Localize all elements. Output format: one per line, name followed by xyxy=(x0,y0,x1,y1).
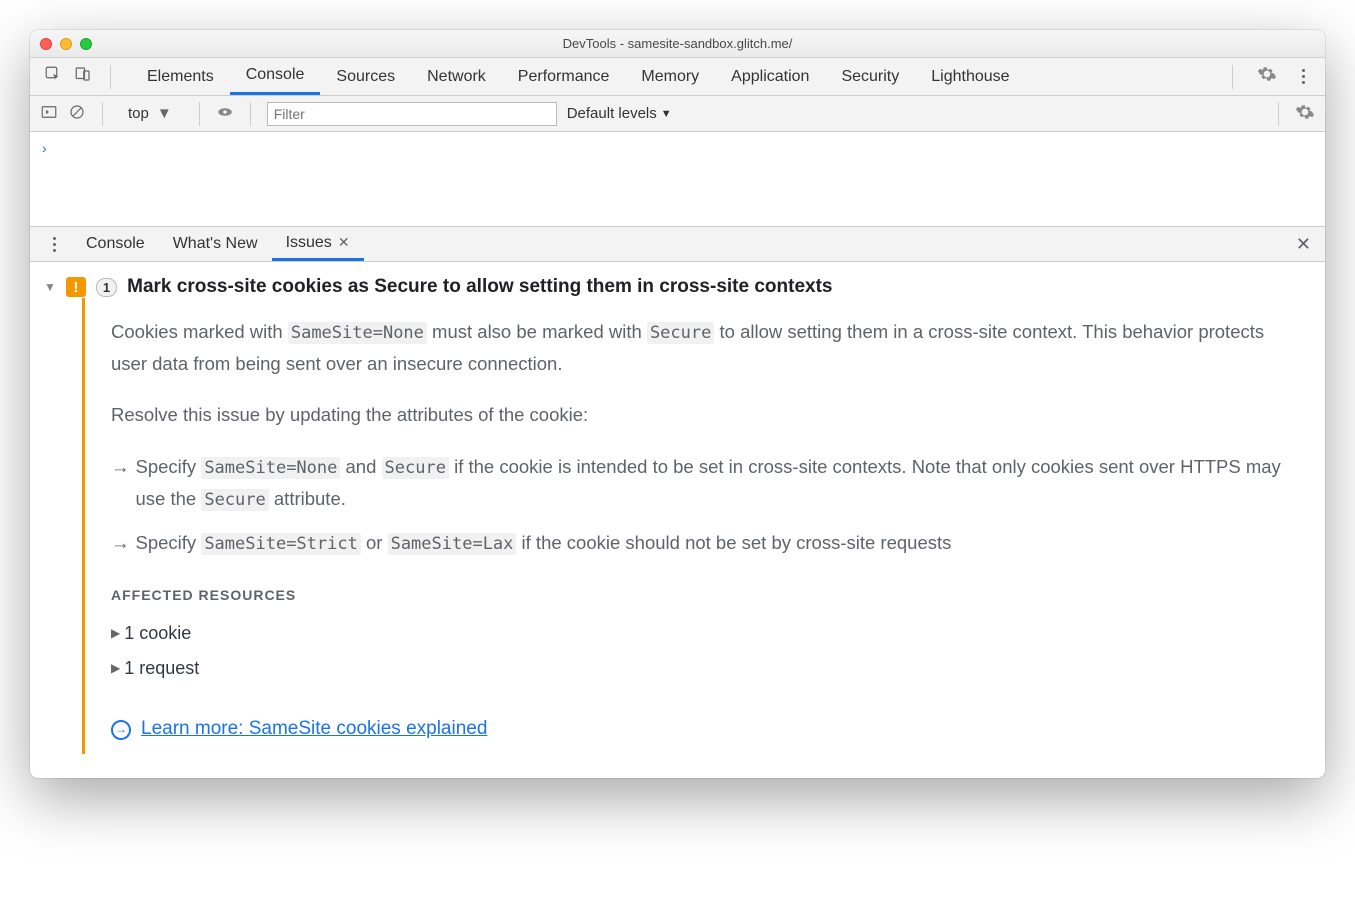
live-expression-icon[interactable] xyxy=(216,103,234,125)
drawer-tab-console[interactable]: Console xyxy=(72,227,159,261)
drawer-tab-issues[interactable]: Issues ✕ xyxy=(272,227,364,261)
code-secure: Secure xyxy=(647,322,714,344)
filter-input[interactable] xyxy=(267,102,557,126)
main-tabstrip: Elements Console Sources Network Perform… xyxy=(30,58,1325,96)
issue-count-badge: 1 xyxy=(96,278,117,297)
zoom-window-button[interactable] xyxy=(80,38,92,50)
arrow-icon: → xyxy=(111,527,130,559)
divider xyxy=(102,102,103,126)
tab-network[interactable]: Network xyxy=(411,58,502,95)
window-controls xyxy=(40,38,92,50)
warning-icon: ! xyxy=(66,277,86,297)
device-toolbar-icon[interactable] xyxy=(74,65,92,88)
console-settings-gear-icon[interactable] xyxy=(1295,102,1315,126)
tab-console[interactable]: Console xyxy=(230,58,321,95)
settings-gear-icon[interactable] xyxy=(1257,64,1277,89)
divider xyxy=(1232,65,1233,89)
issue-header[interactable]: ▼ ! 1 Mark cross-site cookies as Secure … xyxy=(44,276,1311,298)
titlebar: DevTools - samesite-sandbox.glitch.me/ xyxy=(30,30,1325,58)
expand-triangle-icon: ▶ xyxy=(111,658,120,678)
tab-security[interactable]: Security xyxy=(825,58,915,95)
learn-more-row: → Learn more: SameSite cookies explained xyxy=(111,713,1301,745)
chevron-down-icon: ▼ xyxy=(661,108,672,120)
tab-application[interactable]: Application xyxy=(715,58,825,95)
code-samesite-none: SameSite=None xyxy=(288,322,427,344)
issues-panel: ▼ ! 1 Mark cross-site cookies as Secure … xyxy=(30,262,1325,778)
issue-title: Mark cross-site cookies as Secure to all… xyxy=(127,276,832,298)
expand-triangle-icon: ▶ xyxy=(111,623,120,643)
tab-performance[interactable]: Performance xyxy=(502,58,626,95)
issue-resolve-intro: Resolve this issue by updating the attri… xyxy=(111,399,1301,430)
minimize-window-button[interactable] xyxy=(60,38,72,50)
affected-resource-item[interactable]: ▶ 1 request xyxy=(111,653,1301,684)
affected-resources-header: AFFECTED RESOURCES xyxy=(111,584,1301,608)
divider xyxy=(110,65,111,89)
issue-bullet: → Specify SameSite=Strict or SameSite=La… xyxy=(111,527,1301,559)
chevron-down-icon: ▼ xyxy=(157,105,182,122)
devtools-window: DevTools - samesite-sandbox.glitch.me/ E… xyxy=(30,30,1325,778)
divider xyxy=(250,102,251,126)
collapse-triangle-icon[interactable]: ▼ xyxy=(44,280,56,294)
tab-memory[interactable]: Memory xyxy=(625,58,715,95)
divider xyxy=(199,102,200,126)
issue-bullet: → Specify SameSite=None and Secure if th… xyxy=(111,451,1301,515)
window-title: DevTools - samesite-sandbox.glitch.me/ xyxy=(30,36,1325,51)
close-tab-icon[interactable]: ✕ xyxy=(338,234,350,251)
affected-resource-item[interactable]: ▶ 1 cookie xyxy=(111,618,1301,649)
issue-body: Cookies marked with SameSite=None must a… xyxy=(82,298,1311,754)
console-toolbar: top ▼ Default levels ▼ xyxy=(30,96,1325,132)
tab-lighthouse[interactable]: Lighthouse xyxy=(915,58,1025,95)
close-drawer-icon[interactable]: ✕ xyxy=(1282,234,1325,255)
log-levels-selector[interactable]: Default levels ▼ xyxy=(567,105,672,122)
learn-more-link[interactable]: Learn more: SameSite cookies explained xyxy=(141,713,487,745)
issue-description: Cookies marked with SameSite=None must a… xyxy=(111,316,1301,379)
console-output[interactable]: › xyxy=(30,132,1325,226)
inspect-icon[interactable] xyxy=(44,65,62,88)
console-prompt-icon: › xyxy=(42,140,47,156)
tab-elements[interactable]: Elements xyxy=(131,58,230,95)
close-window-button[interactable] xyxy=(40,38,52,50)
clear-console-icon[interactable] xyxy=(68,103,86,125)
divider xyxy=(1278,102,1279,126)
sidebar-toggle-icon[interactable] xyxy=(40,103,58,125)
context-selector[interactable]: top ▼ xyxy=(119,104,183,123)
more-menu-icon[interactable] xyxy=(1295,69,1311,84)
drawer-menu-icon[interactable] xyxy=(36,237,72,252)
tab-sources[interactable]: Sources xyxy=(320,58,411,95)
arrow-icon: → xyxy=(111,451,130,515)
drawer-tab-whatsnew[interactable]: What's New xyxy=(159,227,272,261)
learn-more-icon: → xyxy=(111,720,131,740)
drawer-tabstrip: Console What's New Issues ✕ ✕ xyxy=(30,226,1325,262)
